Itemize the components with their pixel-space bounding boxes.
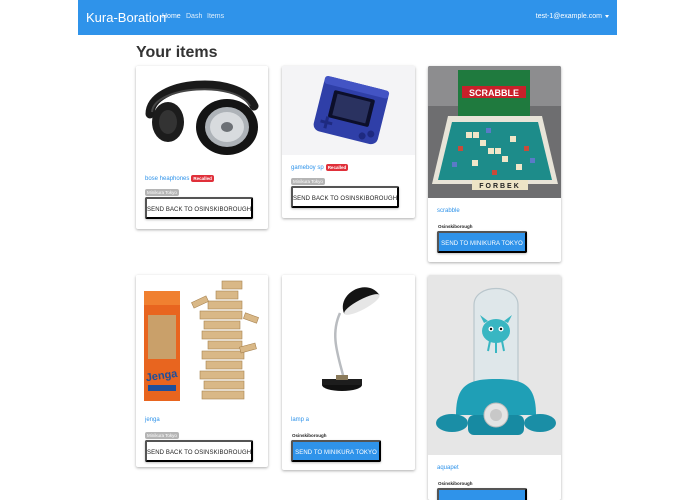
item-name[interactable]: jenga [145,417,160,423]
location-tag: Osinskiborough [290,432,329,439]
user-email: test-1@example.com [535,13,602,20]
recalled-badge: Recalled [191,175,214,182]
scrabble-tiles-text: FORBEK [479,183,521,190]
item-name[interactable]: bose heaphones Recalled [145,175,214,182]
location-tag: Osinskiborough [436,480,475,487]
scrabble-image: SCRABBLE FORBEK [428,66,561,198]
nav-home[interactable]: Home [162,13,181,20]
item-name[interactable]: lamp a [291,417,309,423]
item-card: aquapet Osinskiborough [428,275,561,500]
scrabble-brand-text: SCRABBLE [469,88,519,98]
send-to-minikura-button[interactable]: SEND TO MINIKURA TOKYO [291,440,381,462]
gameboy-image [282,66,415,155]
caret-down-icon [605,14,609,18]
send-to-minikura-button[interactable]: SEND TO MINIKURA TOKYO [437,231,527,253]
item-name[interactable]: gameboy sp Recalled [291,164,349,171]
jenga-image: Jenga [136,275,268,407]
nav-dash[interactable]: Dash [186,13,202,20]
item-name[interactable]: aquapet [437,465,459,471]
item-card: SCRABBLE FORBEK scrabble Osinskiborough … [428,66,561,262]
recalled-badge: Recalled [325,164,349,171]
location-tag: Minikura Tokyo [145,189,179,196]
aquapet-image [428,275,561,455]
send-back-button[interactable]: SEND BACK TO OSINSKIBOROUGH [145,440,253,462]
item-name[interactable]: scrabble [437,208,460,214]
item-card: lamp a Osinskiborough SEND TO MINIKURA T… [282,275,415,470]
top-navbar: Kura-Boration Home Dash Items test-1@exa… [78,0,617,35]
send-to-minikura-button[interactable] [437,488,527,500]
brand-logo[interactable]: Kura-Boration [86,10,166,25]
location-tag: Minikura Tokyo [145,432,179,439]
location-tag: Minikura Tokyo [291,178,325,185]
send-back-button[interactable]: SEND BACK TO OSINSKIBOROUGH [145,197,253,219]
item-card: bose heaphones Recalled Minikura Tokyo SE… [136,66,268,229]
user-menu[interactable]: test-1@example.com [536,13,609,20]
location-tag: Osinskiborough [436,223,475,230]
page-title: Your items [136,44,218,61]
lamp-image [282,275,415,407]
headphones-image [136,66,268,170]
send-back-button[interactable]: SEND BACK TO OSINSKIBOROUGH [291,186,399,208]
item-card: Jenga jenga Minikura Tokyo SEND BACK TO … [136,275,268,467]
nav-items[interactable]: Items [207,13,224,20]
item-card: gameboy sp Recalled Minikura Tokyo SEND B… [282,66,415,218]
